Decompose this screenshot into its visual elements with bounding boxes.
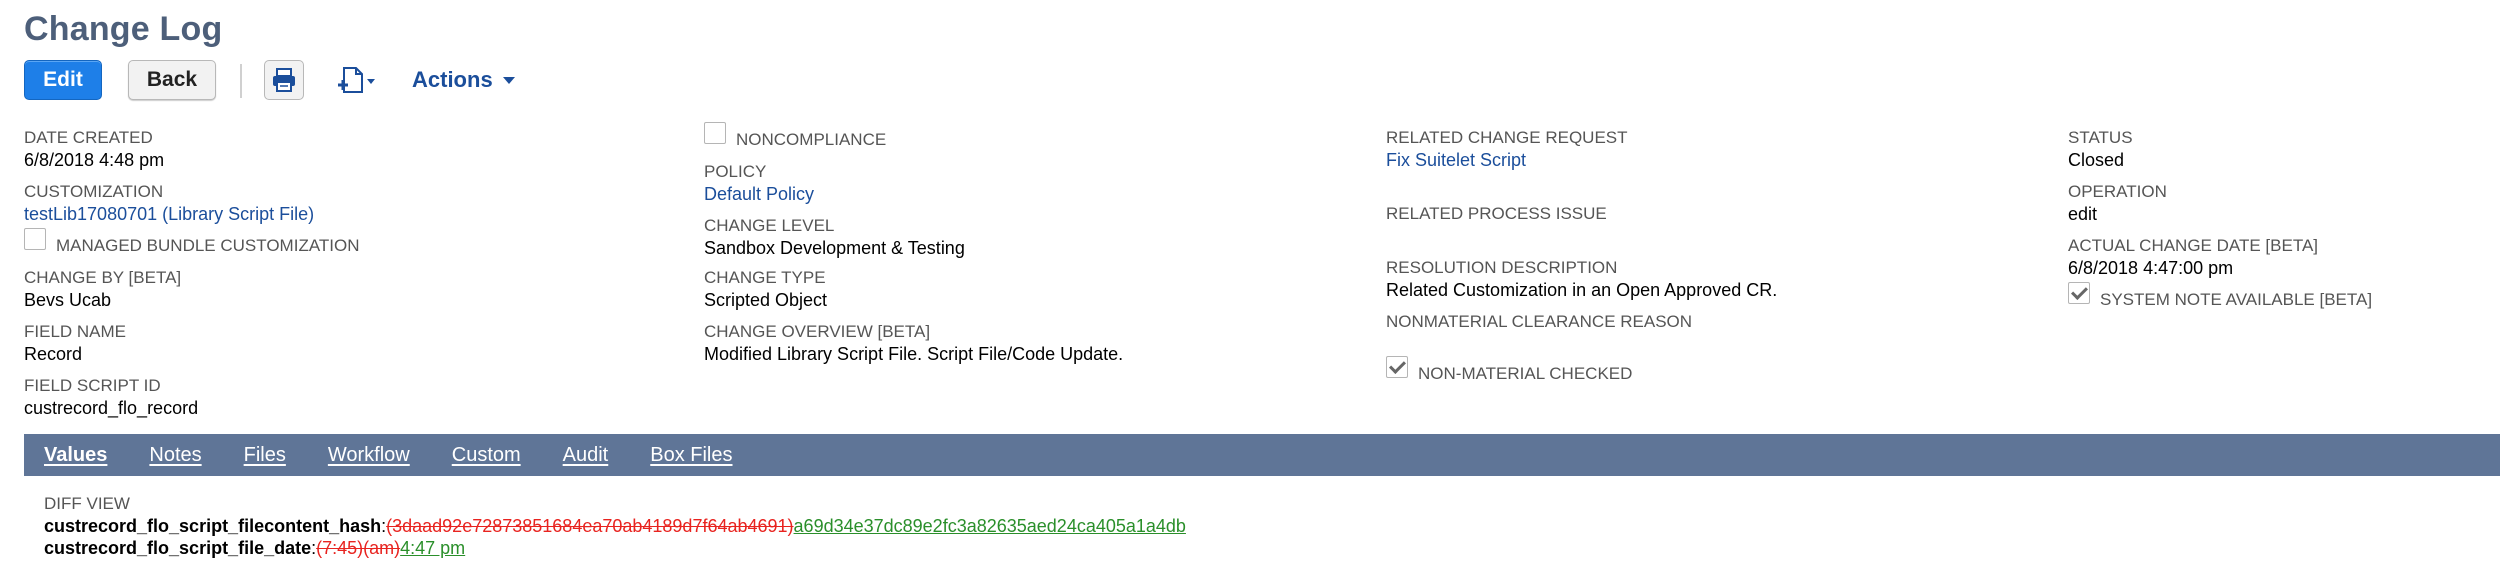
toolbar-divider — [240, 64, 242, 98]
change-overview-value: Modified Library Script File. Script Fil… — [704, 344, 1124, 364]
customization-link[interactable]: testLib17080701 (Library Script File) — [24, 204, 314, 225]
page-title: Change Log — [24, 10, 223, 48]
diff-line: custrecord_flo_script_file_date:(7:45)(a… — [44, 538, 465, 559]
print-icon — [273, 68, 295, 92]
tab-audit[interactable]: Audit — [563, 444, 609, 467]
actual-change-date-label: ACTUAL CHANGE DATE [BETA] — [2068, 236, 2319, 255]
noncompliance-checkbox[interactable] — [704, 122, 726, 144]
change-overview-label: CHANGE OVERVIEW [BETA] — [704, 322, 931, 341]
field-name-label: FIELD NAME — [24, 322, 127, 341]
diff-field-name: custrecord_flo_script_file_date — [44, 538, 312, 558]
tab-values[interactable]: Values — [44, 444, 107, 467]
diff-line: custrecord_flo_script_filecontent_hash:(… — [44, 516, 1186, 537]
new-document-icon — [338, 67, 375, 93]
field-script-id-label: FIELD SCRIPT ID — [24, 376, 161, 395]
diff-new-value: 4:47 pm — [400, 538, 466, 558]
noncompliance-label: NONCOMPLIANCE — [736, 130, 887, 149]
actual-change-date-value: 6/8/2018 4:47:00 pm — [2068, 258, 2234, 278]
subtab-bar: Values Notes Files Workflow Custom Audit… — [24, 434, 2500, 476]
related-change-request-link[interactable]: Fix Suitelet Script — [1386, 150, 1526, 171]
actions-label: Actions — [412, 67, 493, 92]
tab-box-files[interactable]: Box Files — [650, 444, 732, 467]
managed-bundle-checkbox[interactable] — [24, 228, 46, 250]
system-note-available-checkbox[interactable] — [2068, 282, 2090, 304]
resolution-description-value: Related Customization in an Open Approve… — [1386, 280, 1778, 300]
date-created-label: DATE CREATED — [24, 128, 153, 147]
change-type-value: Scripted Object — [704, 290, 828, 310]
tab-custom[interactable]: Custom — [452, 444, 521, 467]
operation-label: OPERATION — [2068, 182, 2167, 201]
change-by-value: Bevs Ucab — [24, 290, 112, 310]
status-label: STATUS — [2068, 128, 2133, 147]
tab-notes[interactable]: Notes — [149, 444, 201, 467]
edit-button[interactable]: Edit — [24, 60, 102, 100]
diff-old-value: (7:45)(am) — [316, 538, 401, 558]
policy-label: POLICY — [704, 162, 767, 181]
tab-workflow[interactable]: Workflow — [328, 444, 410, 467]
tab-files[interactable]: Files — [244, 444, 286, 467]
system-note-available-label: SYSTEM NOTE AVAILABLE [BETA] — [2100, 290, 2373, 309]
related-change-request-label: RELATED CHANGE REQUEST — [1386, 128, 1628, 147]
field-name-value: Record — [24, 344, 83, 364]
change-level-label: CHANGE LEVEL — [704, 216, 835, 235]
non-material-checked-label: NON-MATERIAL CHECKED — [1418, 364, 1633, 383]
customization-label: CUSTOMIZATION — [24, 182, 164, 201]
toolbar: Edit Back Actions — [24, 60, 1024, 104]
status-value: Closed — [2068, 150, 2125, 170]
new-document-button[interactable] — [336, 60, 386, 100]
non-material-checked-checkbox[interactable] — [1386, 356, 1408, 378]
chevron-down-icon — [502, 76, 515, 84]
date-created-value: 6/8/2018 4:48 pm — [24, 150, 165, 170]
back-button[interactable]: Back — [128, 60, 216, 100]
operation-value: edit — [2068, 204, 2098, 224]
resolution-description-label: RESOLUTION DESCRIPTION — [1386, 258, 1618, 277]
change-level-value: Sandbox Development & Testing — [704, 238, 965, 258]
field-script-id-value: custrecord_flo_record — [24, 398, 199, 418]
diff-new-value: a69d34e37dc89e2fc3a82635aed24ca405a1a4db — [793, 516, 1186, 536]
print-button[interactable] — [264, 60, 304, 100]
change-by-label: CHANGE BY [BETA] — [24, 268, 182, 287]
change-type-label: CHANGE TYPE — [704, 268, 826, 287]
managed-bundle-label: MANAGED BUNDLE CUSTOMIZATION — [56, 236, 360, 255]
actions-menu[interactable]: Actions — [412, 60, 515, 100]
nonmaterial-clearance-reason-label: NONMATERIAL CLEARANCE REASON — [1386, 312, 1693, 331]
diff-view-title: DIFF VIEW — [44, 494, 130, 513]
diff-field-name: custrecord_flo_script_filecontent_hash — [44, 516, 382, 536]
policy-link[interactable]: Default Policy — [704, 184, 814, 205]
related-process-issue-label: RELATED PROCESS ISSUE — [1386, 204, 1607, 223]
diff-old-value: (3daad92e72873851684ea70ab4189d7f64ab469… — [386, 516, 794, 536]
